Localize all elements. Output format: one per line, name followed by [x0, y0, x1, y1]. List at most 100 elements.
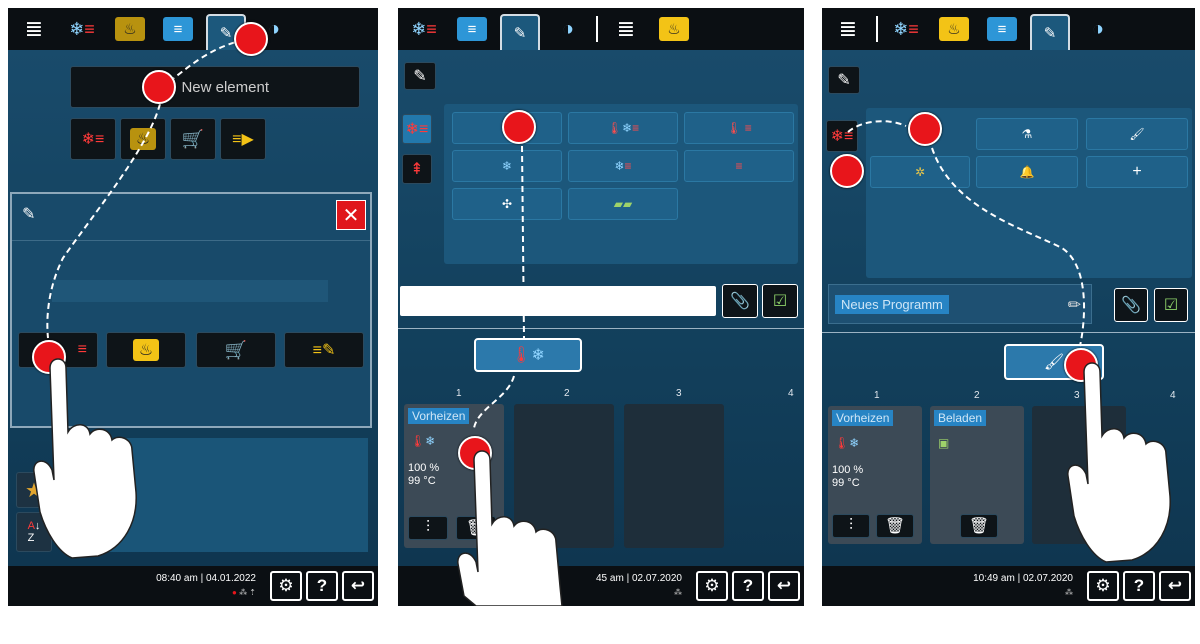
step-name: Vorheizen [832, 410, 894, 426]
help-button[interactable]: ? [1123, 571, 1155, 601]
tab-ipc[interactable]: ♨ [934, 14, 974, 44]
tab-ico[interactable]: ◑ [1078, 14, 1118, 44]
tab-programs[interactable]: ≡ [452, 14, 492, 44]
tab-combi[interactable]: ❄≡ [62, 14, 102, 44]
action-cell-2[interactable]: 🖌 [1086, 118, 1188, 150]
tab-list[interactable]: ≣ [606, 14, 646, 44]
save-program-button[interactable]: ☑ [762, 284, 798, 318]
action-cell-4[interactable]: 🔔 [976, 156, 1078, 188]
help-button[interactable]: ? [732, 571, 764, 601]
mode-cell-6[interactable]: ≡ [684, 150, 794, 182]
tab-programs[interactable]: ≡ [158, 14, 198, 44]
step-slot-3 [624, 404, 724, 548]
panel-3: ≣ ❄≡ ♨ ≡ ✎ ◑ ✎ ❄≡ ⚗ 🖌 ✲ 🔔 + Neues Progra… [822, 8, 1195, 606]
temp-combi-icon: 🌡❄ [511, 347, 545, 364]
clock: 10:49 am | 02.07.2020 ⁂ [973, 572, 1073, 600]
tab-ipc[interactable]: ♨ [654, 14, 694, 44]
back-button[interactable]: ↩ [768, 571, 800, 601]
step-delete-button[interactable]: 🗑 [876, 514, 914, 538]
attach-button[interactable]: 📎 [722, 284, 758, 318]
tray-icon: ▰▰ [613, 197, 633, 211]
help-icon: ? [1133, 576, 1145, 595]
cooking-modes-button[interactable]: ❄≡ [826, 120, 858, 152]
mode-cell-8[interactable]: ▰▰ [568, 188, 678, 220]
chef-hat-icon: ♨ [659, 17, 689, 41]
tab-edit[interactable]: ✎ [500, 14, 540, 50]
add-combi-step-button[interactable]: ❄≡ [70, 118, 116, 160]
step-values: 100 % 99 °C [408, 462, 440, 487]
help-button[interactable]: ? [306, 571, 338, 601]
temp-dry-icon: 🌡 ≡ [726, 121, 752, 135]
programs-icon: ≡ [163, 17, 193, 41]
save-program-button[interactable]: ☑ [1154, 288, 1188, 322]
new-element-button[interactable]: New element [70, 66, 360, 108]
list-icon: ≣ [838, 16, 858, 41]
add-ipc-button[interactable]: ♨ [120, 118, 166, 160]
clock: 45 am | 02.07.2020 ⁂ [596, 572, 682, 600]
dialog-cart-button[interactable]: 🛒 [196, 332, 276, 368]
tab-combi[interactable]: ❄≡ [404, 14, 444, 44]
program-name-field[interactable]: Neues Programm ✏ [828, 284, 1092, 324]
settings-button[interactable]: ⚙ [696, 571, 728, 601]
action-cell-5[interactable]: + [1086, 156, 1188, 188]
action-cell-3[interactable]: ✲ [870, 156, 970, 188]
help-icon: ? [316, 576, 328, 595]
settings-icon: ⚙ [278, 576, 294, 595]
tab-programs[interactable]: ≡ [982, 14, 1022, 44]
program-name-input[interactable] [400, 286, 716, 316]
back-icon: ↩ [776, 576, 792, 595]
mode-cell-5[interactable]: ❄≡ [568, 150, 678, 182]
filter-button[interactable]: ⇞ [402, 154, 432, 184]
step-card-2[interactable]: Beladen ▣ 🗑 [930, 406, 1024, 544]
back-button[interactable]: ↩ [1159, 571, 1191, 601]
step-settings-button[interactable]: ⫶ [408, 516, 448, 540]
dragged-step[interactable]: 🌡❄ [474, 338, 582, 372]
settings-button[interactable]: ⚙ [1087, 571, 1119, 601]
touch-point-1 [830, 154, 864, 188]
touch-point-1 [234, 22, 268, 56]
programs-icon: ≡ [987, 17, 1017, 41]
add-sequence-button[interactable]: ≡▶ [220, 118, 266, 160]
fan-icon: ✣ [501, 197, 513, 211]
tab-ico[interactable]: ◑ [548, 14, 588, 44]
settings-button[interactable]: ⚙ [270, 571, 302, 601]
mode-cell-2[interactable]: 🌡❄≡ [568, 112, 678, 144]
mode-cell-4[interactable]: ❄ [452, 150, 562, 182]
add-shopping-cart-button[interactable]: 🛒 [170, 118, 216, 160]
back-icon: ↩ [1167, 576, 1183, 595]
network-icon: ⁂ [674, 588, 682, 597]
tab-combi[interactable]: ❄≡ [886, 14, 926, 44]
action-cell-1[interactable]: ⚗ [976, 118, 1078, 150]
mode-cell-3[interactable]: 🌡 ≡ [684, 112, 794, 144]
programs-icon: ≡ [457, 17, 487, 41]
attach-button[interactable]: 📎 [1114, 288, 1148, 322]
step-name: Vorheizen [408, 408, 470, 424]
top-tab-bar: ❄≡ ≡ ✎ ◑ ≣ ♨ [398, 8, 804, 50]
close-dialog-button[interactable]: ✕ [336, 200, 366, 230]
step-settings-button[interactable]: ⫶ [832, 514, 870, 538]
edit-icon: ✎ [219, 25, 233, 42]
tab-edit[interactable]: ✎ [1030, 14, 1070, 50]
step-delete-button[interactable]: 🗑 [960, 514, 998, 538]
step-card-1[interactable]: Vorheizen 🌡❄ 100 %99 °C ⫶ 🗑 [828, 406, 922, 544]
dialog-sequence-button[interactable]: ≡✎ [284, 332, 364, 368]
edit-mode-button[interactable]: ✎ [404, 62, 436, 90]
network-icon: ⁂ [1065, 588, 1073, 597]
mode-cell-7[interactable]: ✣ [452, 188, 562, 220]
tab-list[interactable]: ≣ [828, 14, 868, 44]
edit-icon: ✎ [837, 72, 851, 89]
loading-icon: ▣ [938, 436, 950, 450]
edit-icon: ✎ [22, 206, 36, 223]
beaker-icon: ⚗ [1021, 127, 1033, 141]
back-button[interactable]: ↩ [342, 571, 374, 601]
slot-number: 2 [564, 388, 570, 399]
tab-list[interactable]: ≣ [14, 14, 54, 44]
chef-hat-icon: ♨ [939, 17, 969, 41]
cooking-modes-button[interactable]: ❄≡ [402, 114, 432, 144]
error-icon: ● [232, 588, 237, 597]
clock-text: 08:40 am | 04.01.2022 [156, 573, 256, 584]
edit-mode-button[interactable]: ✎ [828, 66, 860, 94]
panel-2: ❄≡ ≡ ✎ ◑ ≣ ♨ ✎ ❄≡ ⇞ 🌡❄≡ 🌡 ≡ ❄ ❄≡ ≡ ✣ ▰▰ … [398, 8, 804, 606]
combi-steam-icon: ❄≡ [81, 131, 105, 148]
tab-ipc[interactable]: ♨ [110, 14, 150, 44]
